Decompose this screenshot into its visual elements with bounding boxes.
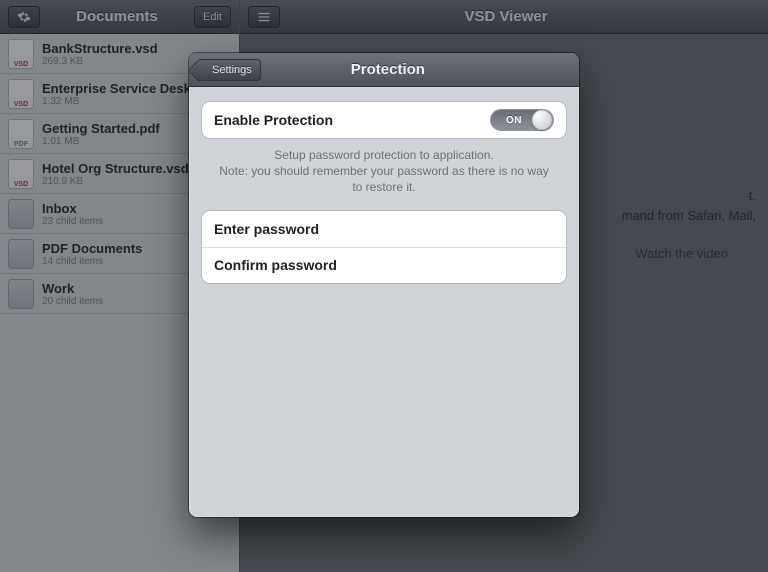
confirm-password-cell[interactable]: Confirm password <box>202 247 566 283</box>
switch-knob <box>532 110 552 130</box>
enable-protection-cell: Enable Protection ON <box>202 102 566 138</box>
enter-password-cell[interactable]: Enter password <box>202 211 566 247</box>
hint-line: Note: you should remember your password … <box>215 163 553 179</box>
enable-protection-label: Enable Protection <box>214 112 333 128</box>
confirm-password-label: Confirm password <box>214 257 337 273</box>
enable-protection-group: Enable Protection ON <box>201 101 567 139</box>
protection-popover: Settings Protection Enable Protection ON… <box>189 53 579 517</box>
enter-password-label: Enter password <box>214 221 319 237</box>
popover-toolbar: Settings Protection <box>189 53 579 87</box>
popover-body: Enable Protection ON Setup password prot… <box>189 87 579 298</box>
password-group: Enter password Confirm password <box>201 210 567 284</box>
hint-line: Setup password protection to application… <box>215 147 553 163</box>
switch-on-label: ON <box>491 110 537 130</box>
back-to-settings-button[interactable]: Settings <box>197 59 261 81</box>
protection-hint: Setup password protection to application… <box>201 139 567 210</box>
popover-title: Protection <box>261 61 515 78</box>
hint-line: to restore it. <box>215 179 553 195</box>
enable-protection-switch[interactable]: ON <box>490 109 554 131</box>
back-button-label: Settings <box>212 64 252 76</box>
